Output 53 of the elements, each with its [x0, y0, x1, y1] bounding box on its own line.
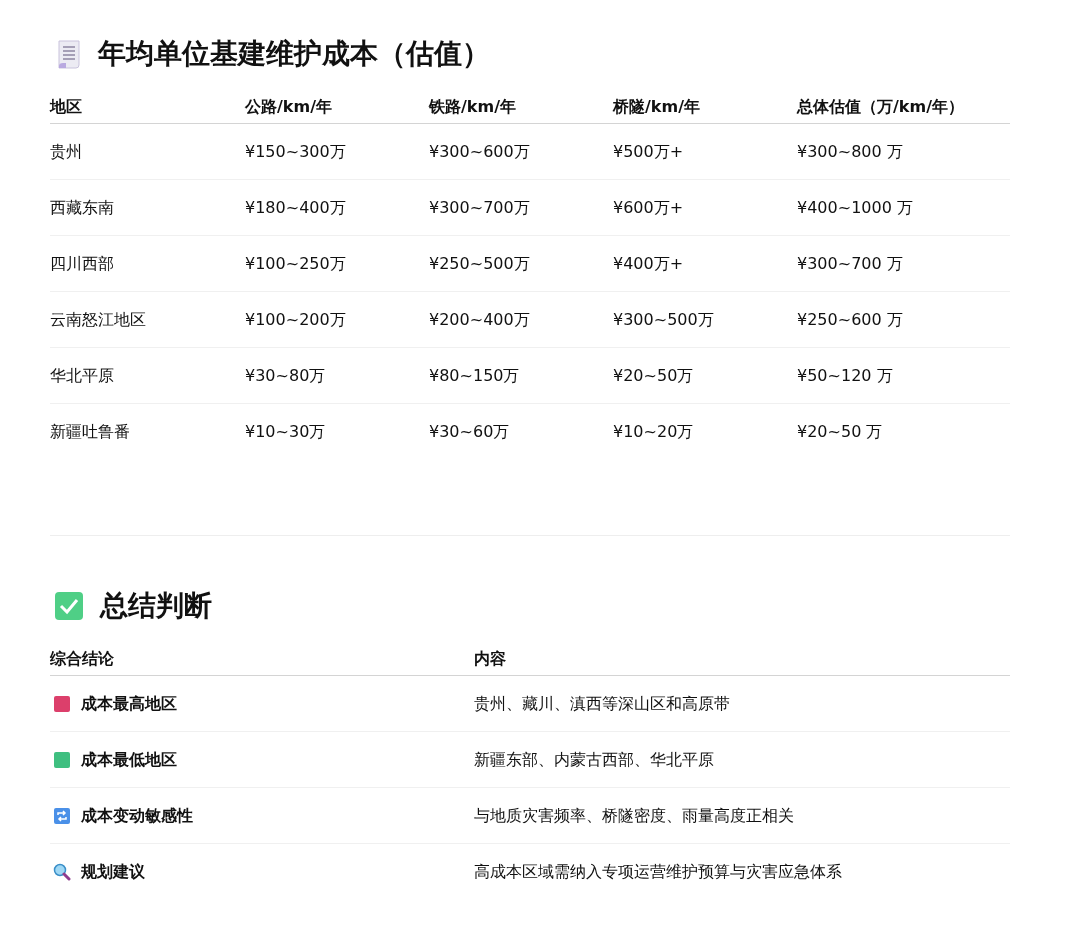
table-cell-text: ¥10~30万 [245, 421, 327, 443]
table-cell-text: ¥300~700万 [429, 196, 531, 219]
table-cell-text: 贵州、藏川、滇西等深山区和高原带 [474, 692, 730, 715]
column-header: 铁路/km/年 [429, 95, 517, 118]
table-cell-text: 华北平原 [50, 364, 115, 387]
table-cell-text: 云南怒江地区 [50, 308, 147, 331]
table-cell-text: 贵州 [50, 140, 83, 163]
table-cell-text: ¥500万+ [613, 140, 685, 163]
column-header: 地区 [50, 95, 83, 118]
table-cell-text: ¥300~600万 [429, 140, 531, 163]
table-cell-text: ¥400~1000 万 [797, 196, 914, 219]
table-cell-text: 西藏东南 [50, 196, 115, 219]
table-cell-text: ¥100~250万 [245, 252, 347, 275]
column-header: 综合结论 [50, 647, 115, 670]
square-icon [53, 694, 71, 713]
table-cell-text: ¥300~800 万 [797, 140, 904, 163]
table-cell-text: ¥180~400万 [245, 196, 347, 219]
table-cell-text: ¥80~150万 [429, 364, 521, 387]
table-cell-text: ¥250~600 万 [797, 308, 904, 331]
repeat-icon [53, 806, 71, 825]
table-cell-text: ¥100~200万 [245, 308, 347, 331]
column-header: 总体估值（万/km/年） [797, 95, 965, 118]
table-cell-text: ¥30~80万 [245, 364, 327, 387]
table-cell-text: ¥300~700 万 [797, 252, 904, 275]
table-cell-text: ¥400万+ [613, 252, 685, 275]
table-cell-text: ¥20~50万 [613, 364, 695, 387]
table-cell-text: ¥10~20万 [613, 421, 695, 443]
conclusion-label: 成本最低地区 [81, 748, 177, 771]
conclusion-label: 成本最高地区 [81, 692, 177, 715]
checkbox-icon [54, 591, 84, 621]
column-header: 桥隧/km/年 [613, 95, 701, 118]
square-icon [53, 750, 71, 769]
conclusion-label: 规划建议 [81, 861, 145, 883]
table-cell-text: 高成本区域需纳入专项运营维护预算与灾害应急体系 [474, 861, 842, 883]
table-cell-text: 新疆东部、内蒙古西部、华北平原 [474, 748, 714, 771]
table-cell-text: 与地质灾害频率、桥隧密度、雨量高度正相关 [474, 804, 794, 827]
search-icon [53, 863, 71, 881]
table-cell-text: ¥30~60万 [429, 421, 511, 443]
column-header: 公路/km/年 [245, 95, 333, 118]
section-title: 年均单位基建维护成本（估值） [98, 36, 490, 72]
table-cell-text: ¥20~50 万 [797, 421, 884, 443]
table-cell-text: ¥600万+ [613, 196, 685, 219]
column-header: 内容 [474, 647, 506, 670]
section-title: 总结判断 [100, 588, 212, 624]
table-cell-text: ¥200~400万 [429, 308, 531, 331]
table-cell-text: 新疆吐鲁番 [50, 421, 131, 443]
conclusion-label: 成本变动敏感性 [81, 804, 193, 827]
table-cell-text: ¥250~500万 [429, 252, 531, 275]
table-cell-text: ¥150~300万 [245, 140, 347, 163]
table-cell-text: 四川西部 [50, 252, 115, 275]
receipt-icon [56, 39, 82, 69]
table-cell-text: ¥50~120 万 [797, 364, 894, 387]
table-cell-text: ¥300~500万 [613, 308, 715, 331]
